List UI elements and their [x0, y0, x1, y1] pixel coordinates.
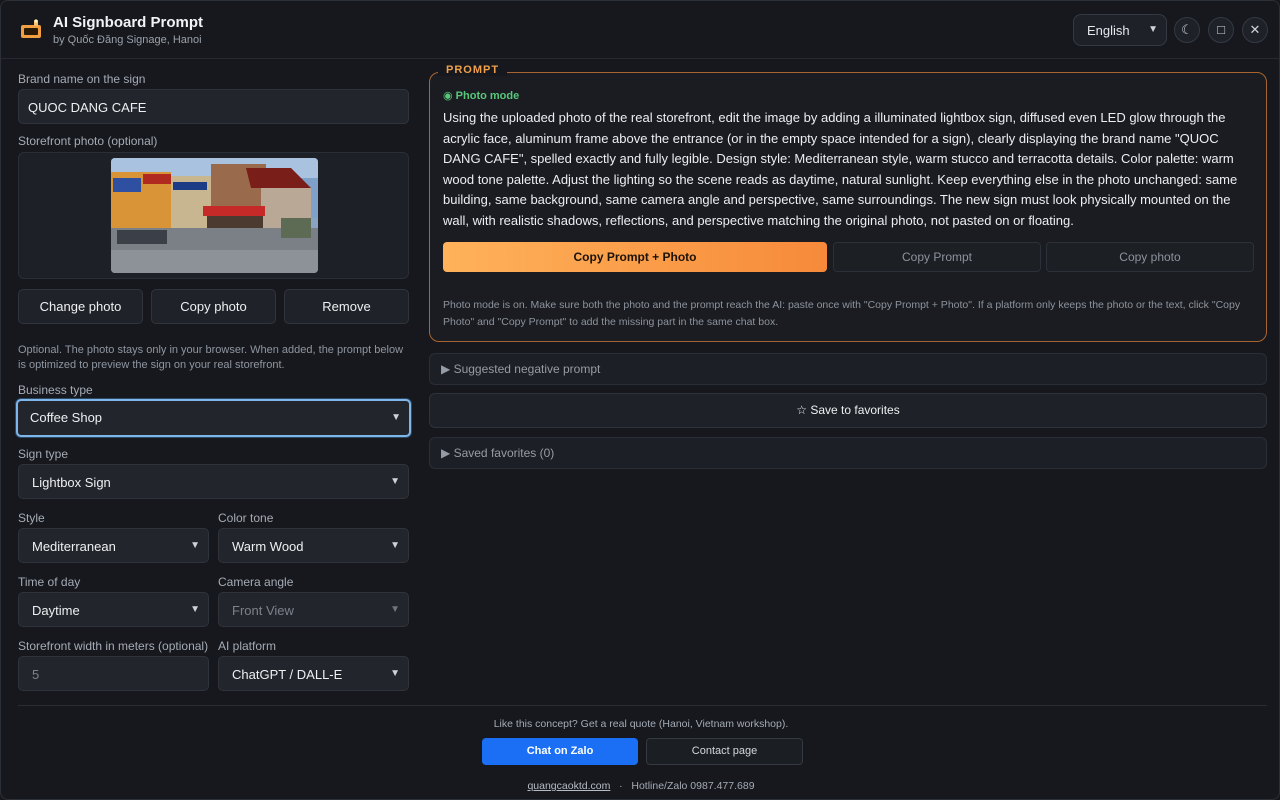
sign-type-label: Sign type [18, 447, 69, 461]
storefront-photo [111, 158, 318, 273]
business-type-label: Business type [18, 383, 93, 397]
time-label: Time of day [18, 575, 81, 589]
chevron-down-icon: ▼ [190, 604, 200, 615]
prompt-card: ◉ Photo mode Using the uploaded photo of… [429, 72, 1267, 342]
width-input[interactable]: 5 [18, 656, 209, 691]
photo-label: Storefront photo (optional) [18, 134, 158, 148]
maximize-icon: □ [1217, 22, 1225, 37]
brand-input[interactable]: QUOC DANG CAFE [18, 89, 409, 124]
site-link[interactable]: quangcaoktd.com [527, 780, 610, 792]
camera-value: Front View [232, 603, 294, 618]
footer-divider [18, 705, 1267, 706]
brand-label: Brand name on the sign [18, 72, 146, 86]
footer-cta: Like this concept? Get a real quote (Han… [493, 718, 789, 730]
business-type-value: Coffee Shop [30, 410, 103, 425]
chevron-down-icon: ▼ [390, 668, 400, 679]
prompt-text: Using the uploaded photo of the real sto… [443, 110, 1238, 228]
theme-toggle-button[interactable]: ☾ [1174, 17, 1200, 43]
camera-select[interactable]: Front View ▼ [218, 592, 409, 627]
photo-mode-indicator: ◉ Photo mode [443, 89, 519, 102]
sign-type-select[interactable]: Lightbox Sign ▼ [18, 464, 409, 499]
platform-value: ChatGPT / DALL-E [232, 667, 343, 682]
width-placeholder: 5 [32, 667, 40, 682]
save-favorites-button[interactable]: ☆ Save to favorites [429, 393, 1267, 428]
copy-photo-button[interactable]: Copy photo [151, 289, 276, 324]
prompt-tag: PROMPT [438, 64, 508, 76]
photo-mode-label: Photo mode [455, 90, 520, 102]
time-value: Daytime [32, 603, 80, 618]
caret-right-icon: ▶ [441, 362, 451, 376]
saved-favorites-label: Saved favorites (0) [453, 446, 555, 460]
chat-zalo-button[interactable]: Chat on Zalo [482, 738, 638, 765]
chevron-down-icon: ▼ [391, 412, 401, 423]
footer-separator: · [613, 780, 629, 792]
color-tone-value: Warm Wood [232, 539, 304, 554]
saved-favorites-toggle[interactable]: ▶ Saved favorites (0) [429, 437, 1267, 469]
style-value: Mediterranean [32, 539, 116, 554]
hotline-text: Hotline/Zalo 0987.477.689 [631, 780, 755, 792]
contact-page-button[interactable]: Contact page [646, 738, 803, 765]
footer-links: quangcaoktd.com · Hotline/Zalo 0987.477.… [1, 780, 1279, 792]
chevron-down-icon: ▼ [190, 540, 200, 551]
sign-type-value: Lightbox Sign [32, 475, 111, 490]
width-label: Storefront width in meters (optional) [18, 639, 209, 653]
copy-prompt-button[interactable]: Copy Prompt [833, 242, 1041, 272]
platform-select[interactable]: ChatGPT / DALL-E ▼ [218, 656, 409, 691]
negative-prompt-toggle[interactable]: ▶ Suggested negative prompt [429, 353, 1267, 385]
chevron-down-icon: ▼ [390, 476, 400, 487]
color-tone-label: Color tone [218, 511, 274, 525]
moon-icon: ☾ [1181, 22, 1193, 37]
header: AI Signboard Prompt by Quốc Đăng Signage… [1, 1, 1279, 59]
close-button[interactable]: ✕ [1242, 17, 1268, 43]
close-icon: ✕ [1249, 22, 1261, 37]
app-window: AI Signboard Prompt by Quốc Đăng Signage… [0, 0, 1280, 800]
remove-photo-button[interactable]: Remove [284, 289, 409, 324]
copy-prompt-photo-button[interactable]: Copy Prompt + Photo [443, 242, 827, 272]
style-label: Style [18, 511, 45, 525]
app-subtitle: by Quốc Đăng Signage, Hanoi [53, 34, 202, 46]
chevron-down-icon: ▼ [390, 604, 400, 615]
camera-label: Camera angle [218, 575, 294, 589]
time-select[interactable]: Daytime ▼ [18, 592, 209, 627]
change-photo-button[interactable]: Change photo [18, 289, 143, 324]
app-title: AI Signboard Prompt [53, 14, 203, 31]
photo-dropzone[interactable] [18, 152, 409, 279]
photo-note: Optional. The photo stays only in your b… [18, 344, 404, 371]
caret-right-icon: ▶ [441, 446, 451, 460]
logo-icon [21, 19, 41, 38]
color-tone-select[interactable]: Warm Wood ▼ [218, 528, 409, 563]
chevron-down-icon: ▼ [1148, 24, 1158, 35]
language-select[interactable]: English ▼ [1073, 14, 1167, 46]
maximize-button[interactable]: □ [1208, 17, 1234, 43]
business-type-select[interactable]: Coffee Shop ▼ [16, 399, 411, 437]
brand-value: QUOC DANG CAFE [28, 100, 147, 115]
platform-label: AI platform [218, 639, 277, 653]
language-value: English [1087, 23, 1130, 38]
chevron-down-icon: ▼ [390, 540, 400, 551]
negative-prompt-label: Suggested negative prompt [453, 362, 601, 376]
prompt-note: Photo mode is on. Make sure both the pho… [443, 299, 1241, 328]
copy-photo-prompt-button[interactable]: Copy photo [1046, 242, 1254, 272]
style-select[interactable]: Mediterranean ▼ [18, 528, 209, 563]
camera-icon: ◉ [443, 90, 453, 102]
